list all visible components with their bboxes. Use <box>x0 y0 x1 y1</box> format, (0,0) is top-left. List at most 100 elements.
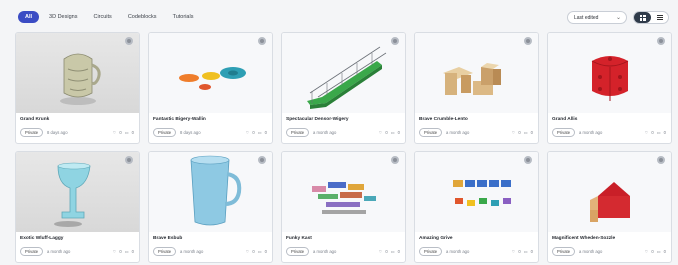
visibility-badge: Private <box>153 247 177 256</box>
filter-circuits[interactable]: Circuits <box>87 11 117 23</box>
design-title[interactable]: Magnificent Wheden-Sozzle <box>552 236 615 241</box>
likes-count: 0 <box>518 130 521 135</box>
comments-count: 0 <box>663 130 666 135</box>
design-thumbnail[interactable] <box>149 33 272 113</box>
design-card[interactable]: Funky Kast Private a month ago ♡ 0 ▭ 0 <box>281 151 406 263</box>
likes-icon: ♡ <box>644 130 649 135</box>
edited-date: a month ago <box>579 130 603 135</box>
design-title[interactable]: Funky Kast <box>286 236 312 241</box>
likes-count: 0 <box>119 249 122 254</box>
design-title[interactable]: Brave Esbub <box>153 236 182 241</box>
design-thumbnail[interactable] <box>282 152 405 232</box>
comments-count: 0 <box>264 249 267 254</box>
design-card[interactable]: Grand Krunk Private 8 days ago ♡ 0 ▭ 0 <box>15 32 140 144</box>
filter-3d-designs[interactable]: 3D Designs <box>43 11 83 23</box>
chevron-down-icon: ⌄ <box>615 15 621 21</box>
visibility-badge: Private <box>20 128 44 137</box>
comments-icon: ▭ <box>124 249 129 254</box>
comments-icon: ▭ <box>656 249 661 254</box>
design-thumbnail[interactable] <box>16 152 139 232</box>
design-card[interactable]: Brave Esbub Private a month ago ♡ 0 ▭ 0 <box>148 151 273 263</box>
comments-icon: ▭ <box>390 249 395 254</box>
settings-gear-icon[interactable] <box>258 37 266 45</box>
edited-date: 8 days ago <box>180 130 201 135</box>
design-title[interactable]: Amazing Grive <box>419 236 453 241</box>
list-icon <box>656 14 663 21</box>
top-bar: All 3D Designs Circuits Codeblocks Tutor… <box>0 0 678 34</box>
design-card[interactable]: Fantastic Bigery-Wallin Private 8 days a… <box>148 32 273 144</box>
likes-count: 0 <box>651 249 654 254</box>
settings-gear-icon[interactable] <box>391 37 399 45</box>
filter-codeblocks[interactable]: Codeblocks <box>122 11 163 23</box>
comments-count: 0 <box>663 249 666 254</box>
design-thumbnail[interactable] <box>548 33 671 113</box>
edited-date: a month ago <box>47 249 71 254</box>
design-card[interactable]: Magnificent Wheden-Sozzle Private a mont… <box>547 151 672 263</box>
comments-icon: ▭ <box>523 130 528 135</box>
settings-gear-icon[interactable] <box>258 156 266 164</box>
design-title[interactable]: Spectacular Densor-Wigery <box>286 117 349 122</box>
likes-icon: ♡ <box>378 249 383 254</box>
settings-gear-icon[interactable] <box>125 156 133 164</box>
comments-icon: ▭ <box>390 130 395 135</box>
design-title[interactable]: Exotic Wluff-Laggy <box>20 236 63 241</box>
likes-icon: ♡ <box>112 249 117 254</box>
design-thumbnail[interactable] <box>548 152 671 232</box>
design-thumbnail[interactable] <box>415 152 538 232</box>
design-card[interactable]: Brave Crumble-Lento Private a month ago … <box>414 32 539 144</box>
grid-icon <box>639 14 646 21</box>
visibility-badge: Private <box>552 247 576 256</box>
comments-count: 0 <box>131 130 134 135</box>
design-card[interactable]: Amazing Grive Private a month ago ♡ 0 ▭ 0 <box>414 151 539 263</box>
likes-count: 0 <box>518 249 521 254</box>
likes-count: 0 <box>252 130 255 135</box>
comments-count: 0 <box>397 130 400 135</box>
comments-icon: ▭ <box>523 249 528 254</box>
edited-date: a month ago <box>446 249 470 254</box>
design-card[interactable]: Grand Allis Private a month ago ♡ 0 ▭ 0 <box>547 32 672 144</box>
likes-count: 0 <box>651 130 654 135</box>
likes-icon: ♡ <box>511 130 516 135</box>
edited-date: a month ago <box>313 130 337 135</box>
edited-date: a month ago <box>579 249 603 254</box>
settings-gear-icon[interactable] <box>657 156 665 164</box>
design-title[interactable]: Grand Allis <box>552 117 577 122</box>
settings-gear-icon[interactable] <box>125 37 133 45</box>
visibility-badge: Private <box>552 128 576 137</box>
settings-gear-icon[interactable] <box>524 156 532 164</box>
likes-count: 0 <box>385 130 388 135</box>
comments-count: 0 <box>530 249 533 254</box>
design-thumbnail[interactable] <box>282 33 405 113</box>
view-toggle <box>633 11 669 24</box>
likes-count: 0 <box>119 130 122 135</box>
likes-icon: ♡ <box>511 249 516 254</box>
design-title[interactable]: Brave Crumble-Lento <box>419 117 468 122</box>
filter-all[interactable]: All <box>18 11 40 23</box>
design-thumbnail[interactable] <box>16 33 139 113</box>
design-title[interactable]: Fantastic Bigery-Wallin <box>153 117 206 122</box>
sort-dropdown[interactable]: Last edited ⌄ <box>567 11 627 24</box>
comments-count: 0 <box>397 249 400 254</box>
comments-icon: ▭ <box>257 130 262 135</box>
design-thumbnail[interactable] <box>149 152 272 232</box>
grid-view-button[interactable] <box>634 12 651 23</box>
design-title[interactable]: Grand Krunk <box>20 117 49 122</box>
settings-gear-icon[interactable] <box>391 156 399 164</box>
design-card[interactable]: Exotic Wluff-Laggy Private a month ago ♡… <box>15 151 140 263</box>
visibility-badge: Private <box>153 128 177 137</box>
design-card[interactable]: Spectacular Densor-Wigery Private a mont… <box>281 32 406 144</box>
filter-tutorials[interactable]: Tutorials <box>167 11 200 23</box>
likes-icon: ♡ <box>112 130 117 135</box>
comments-count: 0 <box>530 130 533 135</box>
edited-date: 8 days ago <box>47 130 68 135</box>
likes-icon: ♡ <box>245 249 250 254</box>
visibility-badge: Private <box>286 128 310 137</box>
list-view-button[interactable] <box>651 12 668 23</box>
visibility-badge: Private <box>419 128 443 137</box>
likes-icon: ♡ <box>245 130 250 135</box>
likes-icon: ♡ <box>378 130 383 135</box>
settings-gear-icon[interactable] <box>657 37 665 45</box>
likes-count: 0 <box>385 249 388 254</box>
settings-gear-icon[interactable] <box>524 37 532 45</box>
design-thumbnail[interactable] <box>415 33 538 113</box>
